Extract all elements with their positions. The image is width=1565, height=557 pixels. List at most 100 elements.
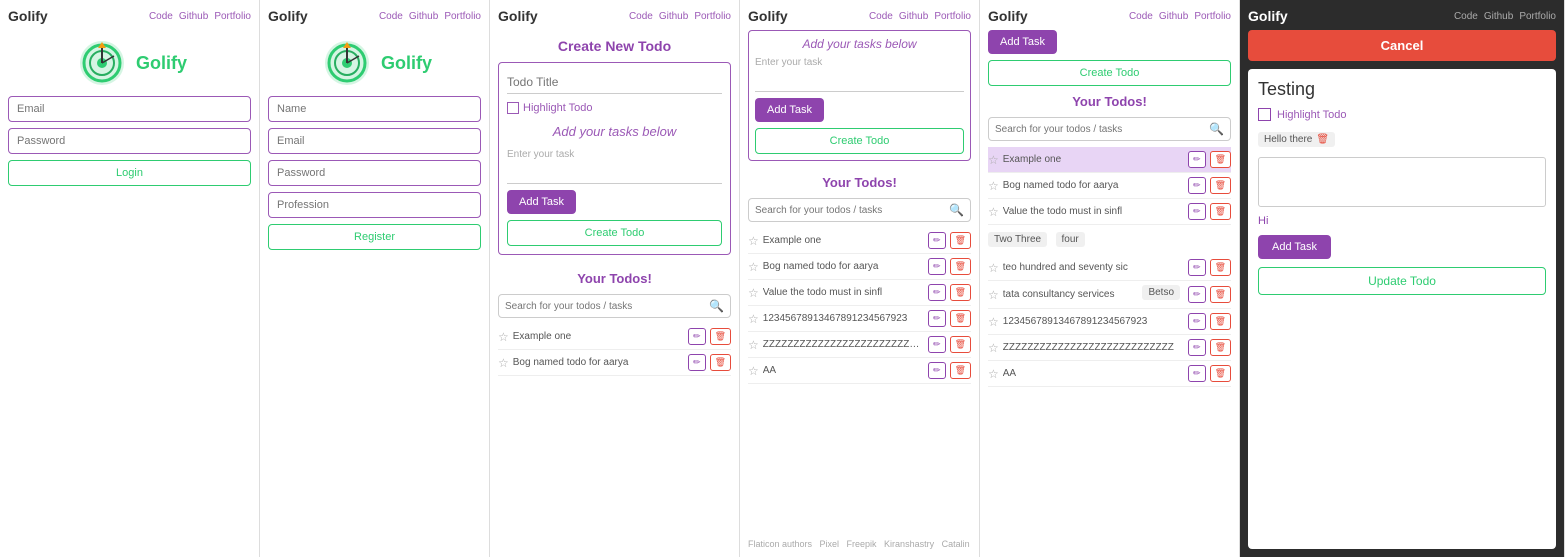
edit-button[interactable]: ✏	[1188, 286, 1206, 303]
star-icon[interactable]: ☆	[988, 315, 999, 329]
todo-item-text: 12345678913467891234567923	[1003, 316, 1184, 327]
todo-title-input[interactable]	[507, 71, 722, 94]
star-icon[interactable]: ☆	[748, 312, 759, 326]
cancel-button[interactable]: Cancel	[1248, 30, 1556, 61]
edit-button[interactable]: ✏	[1188, 339, 1206, 356]
search-input-5[interactable]	[995, 124, 1209, 135]
task-input[interactable]	[507, 165, 722, 184]
star-icon[interactable]: ☆	[748, 364, 759, 378]
highlight-checkbox-6[interactable]	[1258, 108, 1271, 121]
add-task-button-4[interactable]: Add Task	[755, 98, 824, 122]
nav-portfolio-6[interactable]: Portfolio	[1519, 11, 1556, 22]
edit-button[interactable]: ✏	[928, 258, 946, 275]
login-button[interactable]: Login	[8, 160, 251, 186]
delete-button[interactable]: 🗑	[950, 362, 971, 379]
list-item: ☆ Bog named todo for aarya ✏ 🗑	[748, 254, 971, 280]
create-todo-button[interactable]: Create Todo	[507, 220, 722, 246]
password-input[interactable]	[8, 128, 251, 154]
nav-code-2[interactable]: Code	[379, 11, 403, 22]
star-icon[interactable]: ☆	[498, 356, 509, 370]
footer-text: Flaticon authors Pixel Freepik Kiranshas…	[748, 535, 971, 549]
delete-button[interactable]: 🗑	[950, 284, 971, 301]
nav-code-3[interactable]: Code	[629, 11, 653, 22]
delete-button[interactable]: 🗑	[1210, 259, 1231, 276]
star-icon[interactable]: ☆	[988, 205, 999, 219]
star-icon[interactable]: ☆	[988, 367, 999, 381]
star-icon[interactable]: ☆	[988, 261, 999, 275]
nav-5: Golify Code Github Portfolio	[988, 8, 1231, 24]
delete-button[interactable]: 🗑	[1210, 177, 1231, 194]
nav-github-6[interactable]: Github	[1484, 11, 1513, 22]
delete-button[interactable]: 🗑	[1210, 151, 1231, 168]
nav-github-4[interactable]: Github	[899, 11, 928, 22]
edit-button[interactable]: ✏	[1188, 203, 1206, 220]
nav-github-5[interactable]: Github	[1159, 11, 1188, 22]
edit-button[interactable]: ✏	[688, 354, 706, 371]
edit-button[interactable]: ✏	[928, 336, 946, 353]
edit-button[interactable]: ✏	[688, 328, 706, 345]
edit-button[interactable]: ✏	[1188, 151, 1206, 168]
edit-button[interactable]: ✏	[928, 310, 946, 327]
todo-item-text: AA	[763, 365, 924, 376]
nav-code-1[interactable]: Code	[149, 11, 173, 22]
create-todo-button-4[interactable]: Create Todo	[755, 128, 964, 154]
star-icon[interactable]: ☆	[748, 260, 759, 274]
edit-button[interactable]: ✏	[1188, 313, 1206, 330]
task-input-4[interactable]	[755, 73, 964, 92]
search-input-4[interactable]	[755, 205, 949, 216]
star-icon[interactable]: ☆	[498, 330, 509, 344]
nav-code-4[interactable]: Code	[869, 11, 893, 22]
star-icon[interactable]: ☆	[748, 286, 759, 300]
highlight-checkbox[interactable]	[507, 102, 519, 114]
search-input-3[interactable]	[505, 301, 709, 312]
delete-button[interactable]: 🗑	[1210, 365, 1231, 382]
add-task-button-5[interactable]: Add Task	[988, 30, 1057, 54]
nav-github-3[interactable]: Github	[659, 11, 688, 22]
email-input[interactable]	[8, 96, 251, 122]
edit-button[interactable]: ✏	[928, 232, 946, 249]
create-todo-button-5[interactable]: Create Todo	[988, 60, 1231, 86]
nav-github-2[interactable]: Github	[409, 11, 438, 22]
nav-portfolio-2[interactable]: Portfolio	[444, 11, 481, 22]
task-text-area[interactable]	[1258, 157, 1546, 207]
update-todo-button[interactable]: Update Todo	[1258, 267, 1546, 295]
edit-button[interactable]: ✏	[1188, 365, 1206, 382]
register-button[interactable]: Register	[268, 224, 481, 250]
delete-button[interactable]: 🗑	[950, 232, 971, 249]
nav-github-1[interactable]: Github	[179, 11, 208, 22]
delete-button[interactable]: 🗑	[1210, 286, 1231, 303]
star-icon[interactable]: ☆	[988, 153, 999, 167]
delete-button[interactable]: 🗑	[710, 328, 731, 345]
reg-email-input[interactable]	[268, 128, 481, 154]
name-input[interactable]	[268, 96, 481, 122]
delete-button[interactable]: 🗑	[950, 310, 971, 327]
nav-code-5[interactable]: Code	[1129, 11, 1153, 22]
nav-code-6[interactable]: Code	[1454, 11, 1478, 22]
nav-portfolio-5[interactable]: Portfolio	[1194, 11, 1231, 22]
brand-6: Golify	[1248, 8, 1288, 24]
edit-button[interactable]: ✏	[1188, 259, 1206, 276]
star-icon[interactable]: ☆	[988, 179, 999, 193]
edit-button[interactable]: ✏	[1188, 177, 1206, 194]
edit-button[interactable]: ✏	[928, 284, 946, 301]
delete-button[interactable]: 🗑	[950, 336, 971, 353]
nav-portfolio-1[interactable]: Portfolio	[214, 11, 251, 22]
delete-button[interactable]: 🗑	[1210, 203, 1231, 220]
star-icon[interactable]: ☆	[988, 341, 999, 355]
nav-portfolio-4[interactable]: Portfolio	[934, 11, 971, 22]
star-icon[interactable]: ☆	[748, 338, 759, 352]
add-task-button-6[interactable]: Add Task	[1258, 235, 1331, 259]
profession-input[interactable]	[268, 192, 481, 218]
reg-password-input[interactable]	[268, 160, 481, 186]
delete-button[interactable]: 🗑	[950, 258, 971, 275]
star-icon[interactable]: ☆	[988, 288, 999, 302]
edit-button[interactable]: ✏	[928, 362, 946, 379]
tag-delete-icon[interactable]: 🗑	[1316, 134, 1329, 145]
nav-1: Golify Code Github Portfolio	[8, 8, 251, 24]
star-icon[interactable]: ☆	[748, 234, 759, 248]
delete-button[interactable]: 🗑	[1210, 339, 1231, 356]
delete-button[interactable]: 🗑	[1210, 313, 1231, 330]
delete-button[interactable]: 🗑	[710, 354, 731, 371]
add-task-button[interactable]: Add Task	[507, 190, 576, 214]
nav-portfolio-3[interactable]: Portfolio	[694, 11, 731, 22]
